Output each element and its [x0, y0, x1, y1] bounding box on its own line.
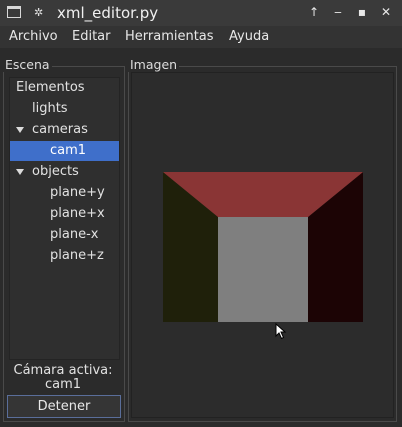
tree-item-elementos[interactable]: Elementos [10, 78, 119, 98]
tree-item-plane-plus-x[interactable]: plane+x [10, 204, 119, 224]
menu-ayuda[interactable]: Ayuda [229, 29, 269, 44]
menu-herramientas[interactable]: Herramientas [125, 29, 214, 44]
back-wall-plane [218, 217, 308, 322]
tree-item-cameras[interactable]: cameras [10, 120, 119, 140]
tree-item-cam1[interactable]: cam1 [10, 141, 119, 161]
tree-item-label: lights [32, 101, 68, 116]
tree-item-label: objects [32, 164, 79, 179]
tree-item-label: cam1 [50, 143, 87, 158]
active-camera-label: Cámara activa: [13, 363, 113, 378]
tree-item-lights[interactable]: lights [10, 99, 119, 119]
rendered-image [163, 172, 363, 322]
tree-item-label: plane+z [50, 248, 104, 263]
tree-item-plane-plus-y[interactable]: plane+y [10, 183, 119, 203]
tree-item-plane-minus-x[interactable]: plane-x [10, 225, 119, 245]
tree-item-plane-plus-z[interactable]: plane+z [10, 246, 119, 266]
tree-item-label: plane-x [50, 227, 99, 242]
tree-item-label: cameras [32, 122, 88, 137]
scene-tree[interactable]: Elementos lights cameras cam1 objects pl… [9, 77, 120, 360]
active-camera-value: cam1 [44, 377, 82, 392]
pin-icon[interactable]: ✲ [34, 6, 43, 19]
scene-group-label: Escena [3, 57, 52, 72]
window-title: xml_editor.py [57, 4, 159, 22]
expand-arrow-icon[interactable] [16, 127, 24, 133]
expand-arrow-icon[interactable] [16, 169, 24, 175]
title-bar: ✲ xml_editor.py ↑ ‒ ▪ ✕ [0, 0, 402, 27]
active-camera-info: Cámara activa: cam1 [8, 364, 118, 392]
maximize-icon[interactable]: ▪ [354, 4, 370, 20]
tree-item-objects[interactable]: objects [10, 162, 119, 182]
close-icon[interactable]: ✕ [378, 4, 394, 20]
minimize-icon[interactable]: ‒ [330, 4, 346, 20]
tree-item-label: plane+x [50, 206, 105, 221]
menu-editar[interactable]: Editar [72, 29, 111, 44]
menu-bar: Archivo Editar Herramientas Ayuda [0, 26, 402, 48]
window-menu-icon[interactable] [7, 6, 21, 18]
menu-archivo[interactable]: Archivo [9, 29, 58, 44]
tree-item-label: plane+y [50, 185, 105, 200]
image-group-label: Imagen [128, 57, 180, 72]
stop-button[interactable]: Detener [7, 395, 121, 418]
mouse-cursor-icon [275, 323, 287, 340]
tree-item-label: Elementos [16, 80, 85, 95]
keep-above-icon[interactable]: ↑ [306, 4, 322, 20]
